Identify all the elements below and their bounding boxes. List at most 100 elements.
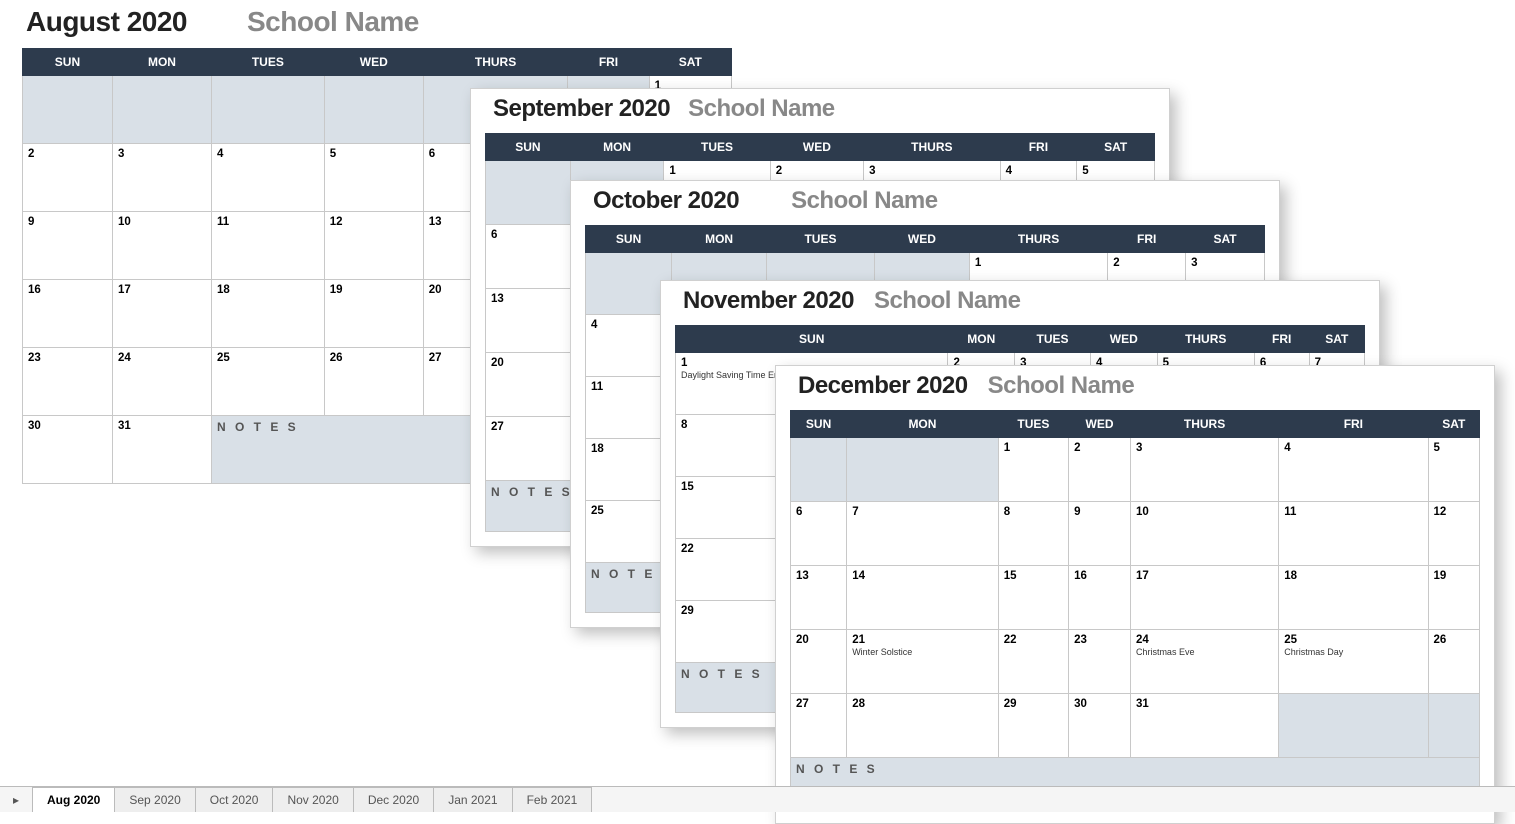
day-cell[interactable]: 23 — [1069, 630, 1131, 694]
day-cell[interactable]: 25 — [211, 348, 324, 416]
day-cell[interactable] — [847, 438, 999, 502]
day-cell[interactable]: 23 — [23, 348, 113, 416]
day-cell[interactable]: 4 — [1279, 438, 1428, 502]
month-title: August 2020 — [26, 6, 187, 38]
day-number: 20 — [491, 357, 504, 369]
day-cell[interactable]: 12 — [1428, 502, 1479, 566]
day-cell[interactable]: 13 — [791, 566, 847, 630]
month-title: December 2020 — [798, 372, 968, 400]
day-cell[interactable]: 5 — [324, 144, 423, 212]
day-cell[interactable]: 1 — [998, 438, 1068, 502]
notes-label: N O T E S — [491, 485, 573, 499]
day-cell[interactable]: 14 — [847, 566, 999, 630]
day-cell[interactable]: 19 — [1428, 566, 1479, 630]
day-cell[interactable]: 20 — [791, 630, 847, 694]
day-cell[interactable]: 10 — [112, 212, 211, 280]
day-cell[interactable]: 24 — [112, 348, 211, 416]
day-number: 30 — [1074, 698, 1087, 710]
day-cell[interactable]: 16 — [23, 280, 113, 348]
day-cell[interactable]: 4 — [211, 144, 324, 212]
day-cell[interactable] — [791, 438, 847, 502]
day-header: TUES — [211, 49, 324, 76]
day-cell[interactable]: 6 — [486, 225, 571, 289]
sheet-tab[interactable]: Feb 2021 — [512, 787, 593, 812]
day-cell[interactable]: 11 — [211, 212, 324, 280]
day-cell[interactable]: 3 — [112, 144, 211, 212]
day-cell[interactable]: 26 — [324, 348, 423, 416]
day-number: 26 — [330, 352, 343, 364]
day-number: 20 — [429, 284, 442, 296]
sheet-tab[interactable]: Dec 2020 — [353, 787, 434, 812]
day-cell[interactable] — [23, 76, 113, 144]
day-cell[interactable] — [1279, 694, 1428, 758]
day-number: 25 — [591, 505, 604, 517]
day-cell[interactable]: 25Christmas Day — [1279, 630, 1428, 694]
day-cell[interactable]: 11 — [1279, 502, 1428, 566]
day-header: SUN — [486, 134, 571, 161]
day-cell[interactable]: 11 — [586, 377, 672, 439]
day-cell[interactable]: 13 — [486, 289, 571, 353]
day-cell[interactable] — [211, 76, 324, 144]
sheet-tab[interactable]: Jan 2021 — [433, 787, 512, 812]
tab-nav-prev[interactable]: ▸ — [0, 787, 32, 812]
day-cell[interactable]: 18 — [586, 439, 672, 501]
day-cell[interactable]: 28 — [847, 694, 999, 758]
day-cell[interactable]: 9 — [23, 212, 113, 280]
day-cell[interactable]: 8 — [998, 502, 1068, 566]
day-number: 4 — [217, 148, 223, 160]
day-number: 6 — [796, 506, 802, 518]
day-cell[interactable]: 30 — [23, 416, 113, 484]
day-cell[interactable]: 26 — [1428, 630, 1479, 694]
day-cell[interactable]: 27 — [486, 417, 571, 481]
sheet-tab[interactable]: Aug 2020 — [32, 787, 115, 812]
day-cell[interactable]: 15 — [998, 566, 1068, 630]
day-cell[interactable]: 7 — [847, 502, 999, 566]
day-cell[interactable] — [586, 253, 672, 315]
day-cell[interactable]: 16 — [1069, 566, 1131, 630]
sheet-tab[interactable]: Oct 2020 — [195, 787, 274, 812]
day-cell[interactable]: 25 — [586, 501, 672, 563]
day-cell[interactable]: 10 — [1130, 502, 1278, 566]
day-cell[interactable]: 6 — [791, 502, 847, 566]
day-number: 13 — [491, 293, 504, 305]
school-name: School Name — [791, 187, 938, 215]
day-cell[interactable]: 5 — [1428, 438, 1479, 502]
day-cell[interactable]: 29 — [998, 694, 1068, 758]
day-cell[interactable]: 12 — [324, 212, 423, 280]
day-cell[interactable]: 18 — [1279, 566, 1428, 630]
day-cell[interactable]: 27 — [791, 694, 847, 758]
day-number: 12 — [330, 216, 343, 228]
sheet-tab[interactable]: Sep 2020 — [114, 787, 195, 812]
day-cell[interactable]: 20 — [486, 353, 571, 417]
day-number: 31 — [1136, 698, 1149, 710]
day-cell[interactable]: 2 — [23, 144, 113, 212]
day-cell[interactable] — [112, 76, 211, 144]
day-header: TUES — [664, 134, 770, 161]
day-number: 8 — [1004, 506, 1010, 518]
sheet-tab[interactable]: Nov 2020 — [272, 787, 353, 812]
day-number: 28 — [852, 698, 865, 710]
day-cell[interactable]: 2 — [1069, 438, 1131, 502]
day-cell[interactable]: 22 — [998, 630, 1068, 694]
day-cell[interactable]: 17 — [1130, 566, 1278, 630]
day-cell[interactable]: 3 — [1130, 438, 1278, 502]
day-cell[interactable]: 9 — [1069, 502, 1131, 566]
day-header: FRI — [1000, 134, 1077, 161]
day-cell[interactable]: 30 — [1069, 694, 1131, 758]
day-cell[interactable] — [1428, 694, 1479, 758]
day-cell[interactable]: 21Winter Solstice — [847, 630, 999, 694]
day-cell[interactable]: 4 — [586, 315, 672, 377]
day-cell[interactable] — [324, 76, 423, 144]
day-cell[interactable] — [486, 161, 571, 225]
day-cell[interactable]: 31 — [112, 416, 211, 484]
day-cell[interactable]: 24Christmas Eve — [1130, 630, 1278, 694]
day-cell[interactable]: 19 — [324, 280, 423, 348]
day-cell[interactable]: 31 — [1130, 694, 1278, 758]
day-header: TUES — [767, 226, 875, 253]
day-cell[interactable]: 18 — [211, 280, 324, 348]
day-header: SAT — [1309, 326, 1364, 353]
day-cell[interactable]: 17 — [112, 280, 211, 348]
day-number: 3 — [1136, 442, 1142, 454]
day-number: 17 — [118, 284, 131, 296]
day-header: SAT — [649, 49, 731, 76]
